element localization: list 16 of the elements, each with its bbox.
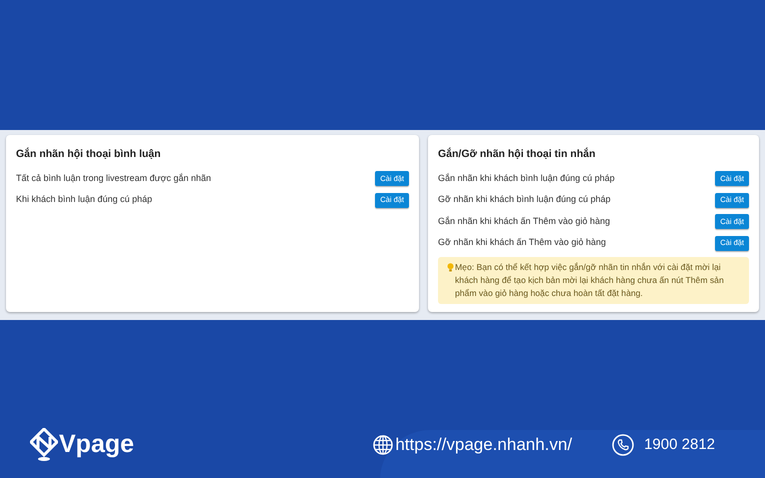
website-link[interactable]: https://vpage.nhanh.vn/	[395, 432, 572, 458]
setting-label: Tất cả bình luận trong livestream được gắn nhãn	[16, 172, 212, 185]
setting-label: Gắn nhãn khi khách ấn Thêm vào giỏ hàng	[438, 214, 610, 228]
setting-label: Khi khách bình luận đúng cú pháp	[16, 193, 152, 206]
panel-title: Gắn/Gỡ nhãn hội thoại tin nhắn	[438, 147, 596, 162]
setting-label: Gỡ nhãn khi khách bình luận đúng cú pháp	[438, 193, 611, 206]
tip-text: Mẹo: Bạn có thể kết hợp việc gắn/gỡ nhãn tin nhắn với cài đặt mời lại khách hàng để tạo kịch bản mời lại khách hàng chưa ấn nút Thêm sản phẩm vào giỏ hàng hoặc chưa hoàn tất đặt hàng.	[455, 260, 725, 300]
phone-number: 1900 2812	[644, 434, 715, 455]
brand-name: Vpage	[59, 429, 134, 460]
logo-icon	[30, 428, 58, 462]
setting-label: Gắn nhãn khi khách bình luận đúng cú pháp	[438, 172, 615, 185]
lightbulb-icon	[447, 262, 454, 272]
globe-icon	[373, 435, 394, 455]
setting-label: Gỡ nhãn khi khách ấn Thêm vào giỏ hàng	[438, 236, 606, 250]
phone-icon	[612, 434, 634, 456]
panel-title: Gắn nhãn hội thoại bình luận	[16, 147, 162, 162]
